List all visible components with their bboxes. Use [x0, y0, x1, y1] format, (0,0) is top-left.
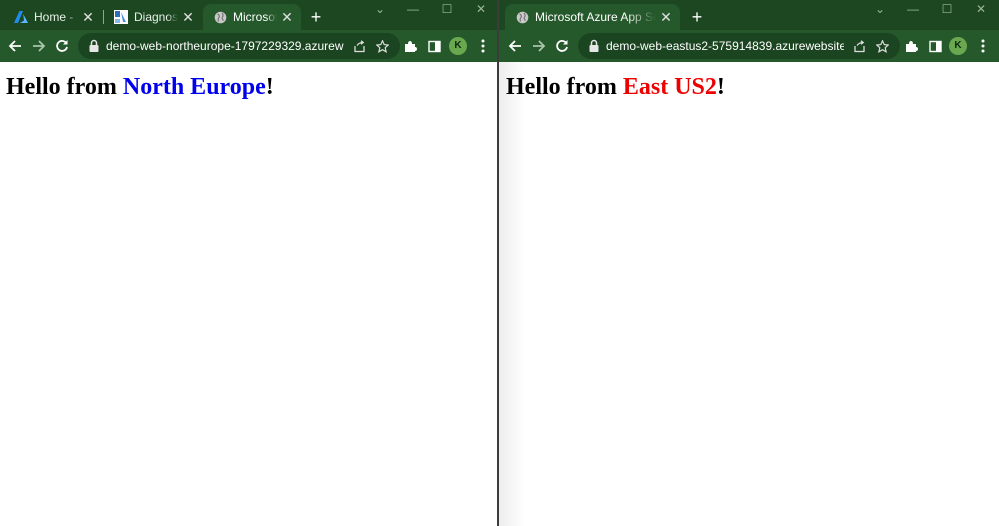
maximize-icon[interactable]: ☐	[432, 0, 462, 20]
url-text: demo-web-northeurope-1797229329.azureweb…	[106, 39, 344, 53]
tab-search-icon[interactable]: ⌄	[865, 0, 895, 20]
close-tab-icon[interactable]: ✕	[180, 9, 196, 25]
minimize-icon[interactable]: —	[898, 0, 928, 20]
tab-app-service[interactable]: Microsoft Azure App Service - Welcome ✕	[203, 4, 301, 30]
more-menu-icon[interactable]	[472, 35, 494, 57]
profile-avatar[interactable]: K	[949, 37, 967, 55]
address-bar[interactable]: demo-web-northeurope-1797229329.azureweb…	[78, 33, 400, 59]
region-name: North Europe	[122, 74, 266, 100]
reload-icon[interactable]	[551, 35, 573, 57]
greeting-text: Hello from	[6, 74, 123, 100]
page-heading: Hello from North Europe!	[6, 74, 274, 101]
new-tab-button[interactable]: +	[305, 6, 327, 28]
azure-icon	[14, 10, 28, 24]
address-bar[interactable]: demo-web-eastus2-575914839.azurewebsites…	[578, 33, 900, 59]
tab-search-icon[interactable]: ⌄	[365, 0, 395, 20]
close-tab-icon[interactable]: ✕	[658, 9, 674, 25]
browser-window-right: Microsoft Azure App Service - Welcome ✕ …	[499, 0, 999, 526]
greeting-text: Hello from	[506, 74, 623, 100]
close-tab-icon[interactable]: ✕	[279, 9, 295, 25]
tab-app-service[interactable]: Microsoft Azure App Service - Welcome ✕	[505, 4, 680, 30]
tab-title: Diagnostic Center	[134, 10, 178, 24]
close-window-icon[interactable]: ✕	[466, 0, 496, 20]
globe-icon	[213, 10, 227, 24]
tab-title: Microsoft Azure App Service - Welcome	[535, 10, 656, 24]
tab-strip: Home - Microsoft Azure ✕ Diagnostic Cent…	[0, 0, 497, 30]
tab-title: Home - Microsoft Azure	[34, 10, 78, 24]
browser-toolbar: demo-web-northeurope-1797229329.azureweb…	[0, 30, 497, 62]
page-content: Hello from North Europe!	[0, 62, 497, 526]
share-icon[interactable]	[348, 35, 370, 57]
globe-icon	[515, 10, 529, 24]
window-shadow	[499, 62, 525, 526]
tab-diagnostic[interactable]: Diagnostic Center ✕	[104, 4, 202, 30]
close-window-icon[interactable]: ✕	[966, 0, 996, 20]
side-panel-icon[interactable]	[423, 35, 445, 57]
greeting-suffix: !	[265, 74, 274, 100]
forward-icon[interactable]	[528, 35, 550, 57]
page-content: Hello from East US2!	[499, 62, 999, 526]
region-name: East US2	[622, 74, 717, 100]
lock-icon	[89, 39, 99, 52]
extensions-icon[interactable]	[399, 35, 421, 57]
new-tab-button[interactable]: +	[686, 6, 708, 28]
tab-azure-home[interactable]: Home - Microsoft Azure ✕	[4, 4, 102, 30]
more-menu-icon[interactable]	[972, 35, 994, 57]
browser-window-left: Home - Microsoft Azure ✕ Diagnostic Cent…	[0, 0, 497, 526]
greeting-suffix: !	[716, 74, 725, 100]
diagnostic-icon	[114, 10, 128, 24]
reload-icon[interactable]	[51, 35, 73, 57]
bookmark-star-icon[interactable]	[871, 35, 893, 57]
back-icon[interactable]	[504, 35, 526, 57]
tab-title: Microsoft Azure App Service - Welcome	[233, 10, 277, 24]
url-text: demo-web-eastus2-575914839.azurewebsites…	[606, 39, 844, 53]
tab-strip: Microsoft Azure App Service - Welcome ✕ …	[499, 0, 999, 30]
bookmark-star-icon[interactable]	[371, 35, 393, 57]
forward-icon[interactable]	[28, 35, 50, 57]
extensions-icon[interactable]	[900, 35, 922, 57]
minimize-icon[interactable]: —	[398, 0, 428, 20]
side-panel-icon[interactable]	[924, 35, 946, 57]
lock-icon	[589, 39, 599, 52]
page-heading: Hello from East US2!	[506, 74, 725, 101]
share-icon[interactable]	[848, 35, 870, 57]
profile-avatar[interactable]: K	[449, 37, 467, 55]
browser-toolbar: demo-web-eastus2-575914839.azurewebsites…	[499, 30, 999, 62]
maximize-icon[interactable]: ☐	[932, 0, 962, 20]
back-icon[interactable]	[4, 35, 26, 57]
close-tab-icon[interactable]: ✕	[80, 9, 96, 25]
